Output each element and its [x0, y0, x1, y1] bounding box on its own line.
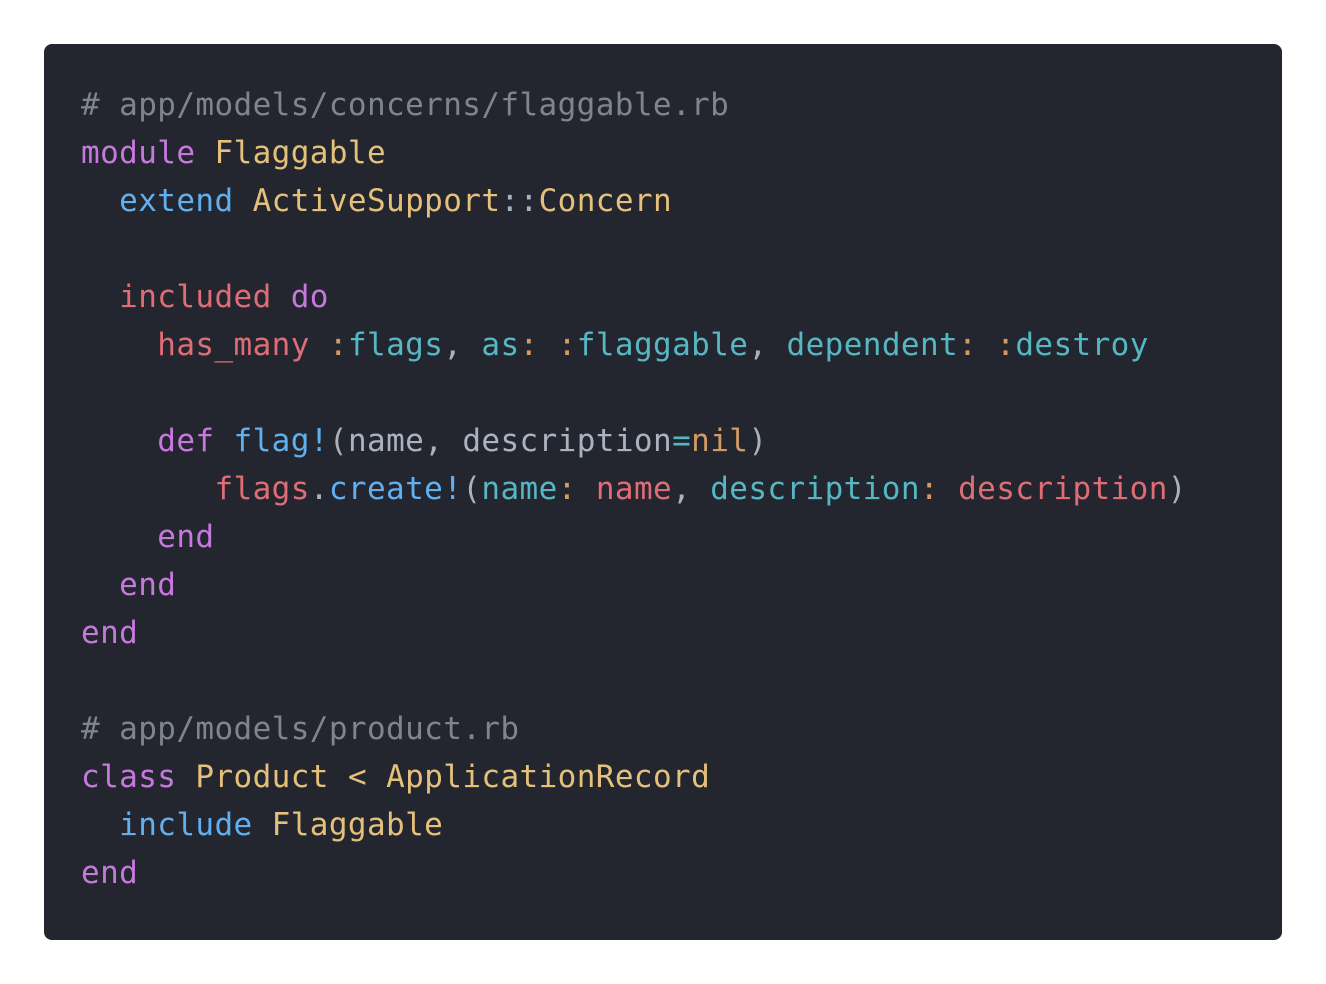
- symbol: flaggable: [576, 327, 749, 363]
- constant: ApplicationRecord: [386, 759, 711, 795]
- operator: =: [672, 423, 692, 459]
- symbol: flags: [347, 327, 444, 363]
- keyword: def: [157, 423, 215, 459]
- variable: name: [595, 471, 673, 507]
- parameter: name: [347, 423, 425, 459]
- code-line-12: end: [81, 609, 1282, 657]
- comment: # app/models/product.rb: [81, 711, 520, 747]
- scope-separator: ::: [500, 183, 539, 219]
- code-line-3: extend ActiveSupport::Concern: [81, 177, 1282, 225]
- code-line-2: module Flaggable: [81, 129, 1282, 177]
- keyword: do: [290, 279, 329, 315]
- operator: <: [347, 759, 368, 795]
- keyword: module: [81, 135, 196, 171]
- code-content: # app/models/concerns/flaggable.rb module…: [81, 81, 1282, 897]
- constant: Flaggable: [214, 135, 387, 171]
- method-name: flag!: [233, 423, 329, 459]
- code-line-6: has_many :flags, as: :flaggable, depende…: [157, 327, 1149, 363]
- comment: # app/models/concerns/flaggable.rb: [81, 87, 730, 123]
- nil-literal: nil: [691, 423, 749, 459]
- method-call: create!: [328, 471, 463, 507]
- method-call: has_many: [157, 327, 310, 363]
- code-line-11: end: [81, 561, 1282, 609]
- variable: description: [958, 471, 1168, 507]
- constant: Product: [195, 759, 329, 795]
- method-call: included: [119, 279, 272, 315]
- symbol: destroy: [1015, 327, 1149, 363]
- code-line-5: included do: [81, 273, 1282, 321]
- receiver: flags: [214, 471, 310, 507]
- code-block: # app/models/concerns/flaggable.rb module…: [44, 44, 1282, 940]
- code-line-8: def flag!(name, description=nil): [157, 423, 768, 459]
- hash-key: name: [481, 471, 558, 507]
- code-line-15: class Product < ApplicationRecord: [81, 753, 1282, 801]
- constant: Concern: [538, 183, 673, 219]
- code-line-9: flags.create!(name: name, description: d…: [214, 471, 1187, 507]
- keyword: include: [119, 807, 253, 843]
- hash-key: description: [710, 471, 920, 507]
- keyword: end: [81, 855, 139, 891]
- code-line-1: # app/models/concerns/flaggable.rb: [81, 81, 1282, 129]
- code-line-17: end: [81, 849, 1282, 897]
- hash-key: as: [481, 327, 520, 363]
- constant: ActiveSupport: [252, 183, 501, 219]
- code-line-14: # app/models/product.rb: [81, 705, 1282, 753]
- keyword: end: [81, 615, 139, 651]
- parameter: description: [462, 423, 673, 459]
- keyword: end: [157, 519, 215, 555]
- keyword: extend: [119, 183, 234, 219]
- keyword: class: [81, 759, 177, 795]
- constant: Flaggable: [271, 807, 444, 843]
- code-line-16: include Flaggable: [81, 801, 1282, 849]
- code-line-10: end: [81, 513, 1282, 561]
- hash-key: dependent: [786, 327, 959, 363]
- keyword: end: [119, 567, 177, 603]
